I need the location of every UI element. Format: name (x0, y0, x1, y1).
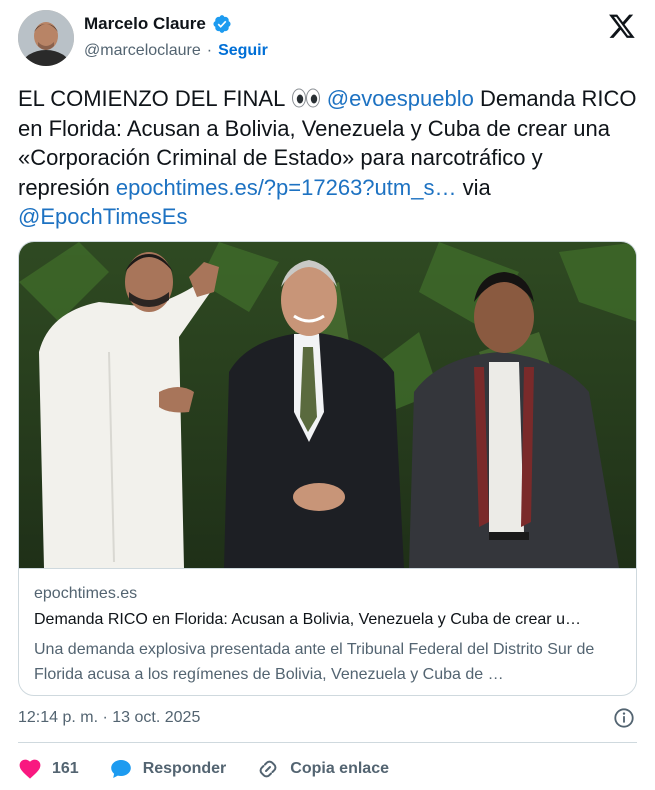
reply-button[interactable]: Responder (109, 757, 227, 781)
copy-link-label: Copia enlace (290, 760, 389, 777)
card-image[interactable] (19, 242, 636, 568)
tweet-text: EL COMIENZO DEL FINAL @evoespueblo Deman… (18, 84, 638, 232)
avatar-image (18, 10, 74, 66)
card-title[interactable]: Demanda RICO en Florida: Acusan a Bolivi… (34, 611, 624, 629)
tweet-timestamp[interactable]: 12:14 p. m. · 13 oct. 2025 (18, 709, 200, 727)
card-domain: epochtimes.es (34, 585, 138, 602)
tweet-embed: Marcelo Claure @marceloclaure · Seguir E… (0, 0, 655, 790)
separator-dot: · (206, 42, 213, 59)
eyes-emoji-icon (291, 88, 320, 108)
verified-badge-icon (213, 15, 231, 33)
card-body: epochtimes.es Demanda RICO en Florida: A… (19, 568, 636, 683)
tweet-header: Marcelo Claure @marceloclaure · Seguir (18, 10, 638, 70)
mention-epochtimeses[interactable]: @EpochTimesEs (18, 204, 187, 229)
reply-label: Responder (142, 760, 227, 777)
tweet-text-part1: EL COMIENZO DEL FINAL (18, 86, 291, 111)
heart-icon (19, 759, 41, 779)
avatar[interactable] (18, 10, 74, 66)
name-row: Marcelo Claure (84, 14, 232, 34)
like-button[interactable]: 161 (18, 757, 79, 781)
tweet-text-part4: via (456, 174, 491, 200)
card-photo (19, 242, 636, 568)
link-icon (259, 760, 277, 778)
author-name[interactable]: Marcelo Claure (84, 14, 206, 34)
article-link[interactable]: epochtimes.es/?p=17263?utm_s… (116, 175, 457, 200)
author-handle[interactable]: @marceloclaure (84, 42, 201, 60)
info-icon[interactable] (613, 707, 635, 729)
handle-row: @marceloclaure · Seguir (84, 42, 268, 60)
mention-evoespueblo[interactable]: @evoespueblo (327, 86, 474, 111)
divider (18, 742, 637, 743)
like-count: 161 (52, 760, 79, 777)
copy-link-button[interactable]: Copia enlace (256, 757, 389, 781)
reply-bubble-icon (110, 760, 131, 778)
x-logo-icon[interactable] (608, 12, 636, 40)
card-description: Una demanda explosiva presentada ante el… (34, 641, 595, 683)
link-card[interactable]: epochtimes.es Demanda RICO en Florida: A… (18, 241, 637, 696)
action-bar: 161 Responder Copia enlace (18, 756, 419, 782)
follow-button[interactable]: Seguir (218, 42, 268, 60)
